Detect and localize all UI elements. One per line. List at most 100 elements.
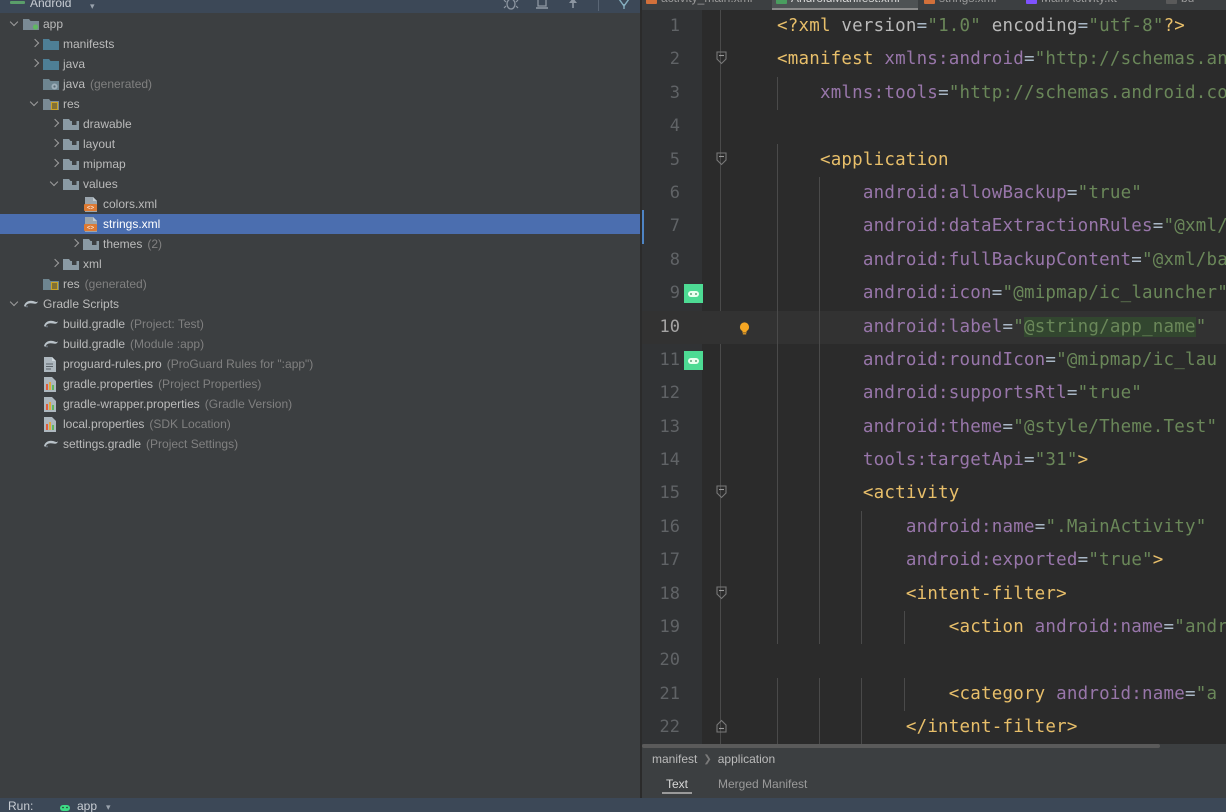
- close-icon[interactable]: ×: [1123, 0, 1129, 10]
- tree-item-gradle-properties[interactable]: gradle.properties (Project Properties): [0, 374, 642, 394]
- code-text[interactable]: android:name=".MainActivity": [777, 511, 1206, 544]
- code-text[interactable]: tools:targetApi="31">: [777, 444, 1088, 477]
- code-line-17[interactable]: 17 android:exported="true">: [642, 544, 1226, 578]
- sync-icon[interactable]: [616, 0, 632, 11]
- code-text[interactable]: <?xml version="1.0" encoding="utf-8"?>: [777, 10, 1185, 43]
- code-line-5[interactable]: 5 <application: [642, 143, 1226, 177]
- mode-tab-merged-manifest[interactable]: Merged Manifest: [714, 770, 811, 798]
- bug-icon[interactable]: [503, 0, 519, 11]
- android-resource-icon[interactable]: [684, 284, 703, 304]
- fold-start-icon[interactable]: [716, 51, 727, 65]
- breadcrumb[interactable]: manifest ❯ application: [642, 748, 1226, 770]
- chevron-down-icon[interactable]: [10, 14, 22, 34]
- code-line-1[interactable]: 1 <?xml version="1.0" encoding="utf-8"?>: [642, 10, 1226, 43]
- fold-start-icon[interactable]: [716, 485, 727, 499]
- code-line-16[interactable]: 16 android:name=".MainActivity": [642, 510, 1226, 545]
- code-text[interactable]: <category android:name="a: [777, 678, 1217, 711]
- code-text[interactable]: android:supportsRtl="true": [777, 377, 1142, 410]
- code-line-7[interactable]: 7 android:dataExtractionRules="@xml/: [642, 210, 1226, 244]
- breadcrumb-item-application[interactable]: application: [718, 752, 775, 766]
- code-editor[interactable]: 1 <?xml version="1.0" encoding="utf-8"?> 2…: [642, 10, 1226, 745]
- tree-item-local-properties[interactable]: local.properties (SDK Location): [0, 414, 642, 434]
- fold-end-icon[interactable]: [716, 719, 727, 733]
- chevron-down-icon[interactable]: [30, 94, 42, 114]
- code-line-13[interactable]: 13 android:theme="@style/Theme.Test": [642, 410, 1226, 445]
- tree-item-themes[interactable]: themes (2): [0, 234, 642, 254]
- code-text[interactable]: android:label="@string/app_name": [777, 311, 1207, 344]
- code-text[interactable]: android:roundIcon="@mipmap/ic_lau: [777, 344, 1217, 377]
- chevron-down-icon[interactable]: [10, 294, 22, 314]
- code-text[interactable]: android:theme="@style/Theme.Test": [777, 411, 1217, 444]
- project-tree[interactable]: app manifests java java (generated) res drawab…: [0, 13, 642, 454]
- chevron-down-icon[interactable]: ▾: [106, 802, 111, 812]
- code-line-15[interactable]: 15 <activity: [642, 477, 1226, 511]
- code-line-14[interactable]: 14 tools:targetApi="31">: [642, 444, 1226, 478]
- code-line-19[interactable]: 19 <action android:name="andr: [642, 611, 1226, 645]
- project-tool-window[interactable]: app manifests java java (generated) res drawab…: [0, 13, 642, 798]
- tree-item-gradle-wrapper-properties[interactable]: gradle-wrapper.properties (Gradle Version…: [0, 394, 642, 414]
- code-text[interactable]: android:fullBackupContent="@xml/ba: [777, 244, 1226, 277]
- upload-icon[interactable]: [565, 0, 581, 11]
- tree-item-manifests[interactable]: manifests: [0, 34, 642, 54]
- tree-item-java[interactable]: java (generated): [0, 74, 642, 94]
- tree-item-res[interactable]: res (generated): [0, 274, 642, 294]
- run-configuration-name[interactable]: app: [77, 799, 97, 812]
- tree-item-drawable[interactable]: drawable: [0, 114, 642, 134]
- editor-mode-tabs[interactable]: Text Merged Manifest: [642, 770, 1226, 798]
- code-line-11[interactable]: 11 android:roundIcon="@mipmap/ic_lau: [642, 343, 1226, 378]
- tree-item-settings-gradle[interactable]: settings.gradle (Project Settings): [0, 434, 642, 454]
- chevron-right-icon[interactable]: [70, 234, 82, 254]
- device-manager-icon[interactable]: [534, 0, 550, 11]
- chevron-right-icon[interactable]: [50, 114, 62, 134]
- code-line-6[interactable]: 6 android:allowBackup="true": [642, 176, 1226, 211]
- code-text[interactable]: <application: [777, 144, 949, 177]
- code-line-21[interactable]: 21 <category android:name="a: [642, 677, 1226, 712]
- code-line-12[interactable]: 12 android:supportsRtl="true": [642, 377, 1226, 411]
- mode-tab-text[interactable]: Text: [662, 770, 693, 798]
- tree-item-build-gradle[interactable]: build.gradle (Project: Test): [0, 314, 642, 334]
- code-text[interactable]: <action android:name="andr: [777, 611, 1226, 644]
- android-resource-icon[interactable]: [684, 350, 703, 370]
- tree-item-values[interactable]: values: [0, 174, 642, 194]
- editor-tab-bar[interactable]: <> activity_main.xml × MFAndroidManifest.xm…: [642, 0, 1226, 10]
- code-line-4[interactable]: 4: [642, 110, 1226, 143]
- tree-item-colors-xml[interactable]: <> colors.xml: [0, 194, 642, 214]
- breadcrumb-item-manifest[interactable]: manifest: [652, 752, 697, 766]
- chevron-right-icon[interactable]: [50, 254, 62, 274]
- code-line-2[interactable]: 2 <manifest xmlns:android="http://schemas…: [642, 43, 1226, 76]
- code-line-3[interactable]: 3 xmlns:tools="http://schemas.android.co: [642, 76, 1226, 111]
- code-text[interactable]: <intent-filter>: [777, 578, 1067, 611]
- tree-item-app[interactable]: app: [0, 14, 642, 34]
- code-text[interactable]: android:dataExtractionRules="@xml/: [777, 210, 1226, 243]
- code-line-22[interactable]: 22 </intent-filter>: [642, 711, 1226, 745]
- code-line-9[interactable]: 9 android:icon="@mipmap/ic_launcher": [642, 277, 1226, 311]
- tree-item-layout[interactable]: layout: [0, 134, 642, 154]
- code-line-18[interactable]: 18 <intent-filter>: [642, 577, 1226, 612]
- code-text[interactable]: <activity: [777, 477, 960, 510]
- tree-item-build-gradle[interactable]: build.gradle (Module :app): [0, 334, 642, 354]
- code-line-20[interactable]: 20: [642, 644, 1226, 677]
- code-line-10[interactable]: 10 android:label="@string/app_name": [642, 310, 1226, 344]
- close-icon[interactable]: ×: [1002, 0, 1008, 10]
- chevron-right-icon[interactable]: [50, 134, 62, 154]
- code-line-8[interactable]: 8 android:fullBackupContent="@xml/ba: [642, 243, 1226, 278]
- code-text[interactable]: android:allowBackup="true": [777, 177, 1142, 210]
- close-icon[interactable]: ×: [1200, 0, 1206, 10]
- tree-item-gradle-scripts[interactable]: Gradle Scripts: [0, 294, 642, 314]
- chevron-right-icon[interactable]: [30, 54, 42, 74]
- chevron-right-icon[interactable]: [30, 34, 42, 54]
- tree-item-res[interactable]: res: [0, 94, 642, 114]
- editor-tab-bu[interactable]: bu ×: [1162, 0, 1212, 10]
- fold-start-icon[interactable]: [716, 586, 727, 600]
- fold-start-icon[interactable]: [716, 152, 727, 166]
- lightbulb-icon[interactable]: [738, 321, 751, 336]
- editor-tab-androidmanifest-xml[interactable]: MFAndroidManifest.xml×: [772, 0, 918, 10]
- code-text[interactable]: <manifest xmlns:android="http://schemas.…: [777, 43, 1226, 76]
- code-text[interactable]: android:exported="true">: [777, 544, 1164, 577]
- chevron-down-icon[interactable]: ▾: [90, 2, 95, 11]
- editor-tab-mainactivity-kt[interactable]: K MainActivity.kt ×: [1022, 0, 1135, 10]
- tree-item-java[interactable]: java: [0, 54, 642, 74]
- editor-tab-activity-main-xml[interactable]: <> activity_main.xml ×: [642, 0, 770, 10]
- editor-tab-strings-xml[interactable]: <> strings.xml ×: [920, 0, 1014, 10]
- close-icon[interactable]: ×: [758, 0, 764, 10]
